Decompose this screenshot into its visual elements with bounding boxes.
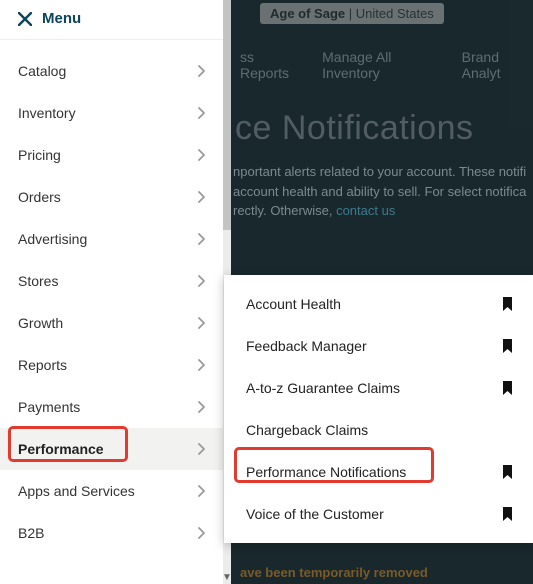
- bookmark-icon[interactable]: [502, 507, 513, 521]
- sidebar-item-performance[interactable]: Performance: [0, 428, 223, 470]
- chevron-right-icon: [197, 527, 205, 539]
- sidebar-item-label: Inventory: [18, 105, 76, 121]
- menu-scroll-area: Catalog Inventory Pricing Orders Advertising…: [0, 40, 223, 584]
- chevron-right-icon: [197, 191, 205, 203]
- sidebar-item-growth[interactable]: Growth: [0, 302, 223, 344]
- submenu-item-label: Performance Notifications: [246, 464, 406, 480]
- menu-header: Menu: [0, 0, 223, 40]
- submenu-item-label: Chargeback Claims: [246, 422, 368, 438]
- submenu-item-label: Account Health: [246, 296, 341, 312]
- sidebar-item-inventory[interactable]: Inventory: [0, 92, 223, 134]
- close-icon[interactable]: [18, 12, 32, 26]
- chevron-right-icon: [197, 443, 205, 455]
- sidebar-item-label: Apps and Services: [18, 483, 135, 499]
- bookmark-icon[interactable]: [502, 339, 513, 353]
- sidebar-item-label: Growth: [18, 315, 63, 331]
- sidebar-item-label: Advertising: [18, 231, 87, 247]
- chevron-right-icon: [197, 275, 205, 287]
- chevron-right-icon: [197, 65, 205, 77]
- page-description: nportant alerts related to your account.…: [233, 162, 533, 221]
- sidebar-item-label: Payments: [18, 399, 80, 415]
- sidebar-item-advertising[interactable]: Advertising: [0, 218, 223, 260]
- sidebar-item-orders[interactable]: Orders: [0, 176, 223, 218]
- sidebar-item-label: Catalog: [18, 63, 66, 79]
- bookmark-icon[interactable]: [502, 381, 513, 395]
- contact-us-link[interactable]: contact us: [336, 203, 395, 218]
- sidebar-item-label: B2B: [18, 525, 44, 541]
- page-title: ce Notifications: [235, 109, 533, 148]
- chevron-right-icon: [197, 317, 205, 329]
- sidebar-item-catalog[interactable]: Catalog: [0, 50, 223, 92]
- bookmark-icon[interactable]: [502, 465, 513, 479]
- sidebar-item-payments[interactable]: Payments: [0, 386, 223, 428]
- submenu-item-label: Voice of the Customer: [246, 506, 384, 522]
- sidebar-item-label: Performance: [18, 441, 104, 457]
- bookmark-icon[interactable]: [502, 297, 513, 311]
- submenu-item-label: A-to-z Guarantee Claims: [246, 380, 400, 396]
- submenu-item-account-health[interactable]: Account Health: [224, 283, 533, 325]
- sidebar-item-label: Pricing: [18, 147, 61, 163]
- submenu-item-voice-of-the-customer[interactable]: Voice of the Customer: [224, 493, 533, 535]
- scroll-down-arrow[interactable]: ▼: [222, 572, 232, 583]
- chevron-right-icon: [197, 149, 205, 161]
- chevron-right-icon: [197, 107, 205, 119]
- performance-submenu: Account Health Feedback Manager A-to-z Gua…: [224, 275, 533, 543]
- sidebar-item-apps-and-services[interactable]: Apps and Services: [0, 470, 223, 512]
- menu-list: Catalog Inventory Pricing Orders Advertising…: [0, 40, 223, 564]
- submenu-item-label: Feedback Manager: [246, 338, 367, 354]
- submenu-item-feedback-manager[interactable]: Feedback Manager: [224, 325, 533, 367]
- chevron-right-icon: [197, 485, 205, 497]
- scrollbar-thumb[interactable]: [223, 0, 231, 230]
- sidebar-item-label: Reports: [18, 357, 67, 373]
- sidebar-item-label: Stores: [18, 273, 58, 289]
- removed-banner: ave been temporarily removed: [240, 565, 428, 580]
- submenu-item-chargeback-claims[interactable]: Chargeback Claims: [224, 409, 533, 451]
- submenu-item-performance-notifications[interactable]: Performance Notifications: [224, 451, 533, 493]
- sidebar-item-reports[interactable]: Reports: [0, 344, 223, 386]
- sidebar-item-stores[interactable]: Stores: [0, 260, 223, 302]
- chevron-right-icon: [197, 401, 205, 413]
- menu-label: Menu: [42, 10, 81, 27]
- submenu-item-a-to-z-guarantee-claims[interactable]: A-to-z Guarantee Claims: [224, 367, 533, 409]
- sidebar-item-b2b[interactable]: B2B: [0, 512, 223, 554]
- chevron-right-icon: [197, 233, 205, 245]
- main-menu-drawer: Menu Catalog Inventory Pricing Orders Advert…: [0, 0, 224, 584]
- chevron-right-icon: [197, 359, 205, 371]
- sidebar-item-label: Orders: [18, 189, 61, 205]
- sidebar-item-pricing[interactable]: Pricing: [0, 134, 223, 176]
